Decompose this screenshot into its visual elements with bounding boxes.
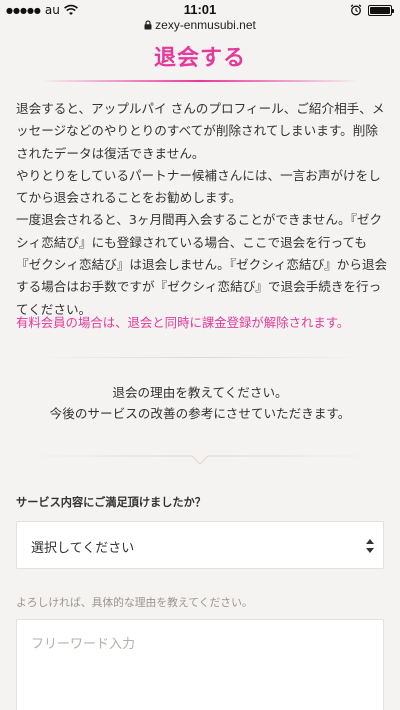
alarm-icon [350,4,362,16]
select-arrows-icon [366,539,374,553]
status-bar: ●●●●● au 11:01 [0,0,400,20]
section-divider [30,357,370,358]
reason-hint: よろしければ、具体的な理由を教えてください。 [16,596,253,609]
speech-bubble-divider [20,455,380,465]
url-text: zexy-enmusubi.net [155,18,256,32]
reason-textarea[interactable] [16,619,384,710]
reason-intro-line: 退会の理由を教えてください。 [112,385,288,400]
reason-intro: 退会の理由を教えてください。 今後のサービスの改善の参考にさせていただきます。 [0,382,400,424]
lock-icon [144,20,152,30]
description-paragraph: 一度退会されると、3ヶ月間再入会することができません。『ゼクシィ恋結び』にも登録… [16,212,388,317]
satisfaction-question: サービス内容にご満足頂けましたか？ [16,496,206,509]
satisfaction-select-value: 選択してください [31,541,135,556]
description-paragraph: やりとりをしているパートナー候補さんには、一言お声がけをしてから退会されることを… [16,167,381,206]
description-paragraph: 退会すると、アップルパイ さんのプロフィール、ご紹介相手、メッセージなどのやりと… [16,101,385,161]
title-underline [40,80,360,82]
paid-member-warning: 有料会員の場合は、退会と同時に課金登録が解除されます。 [16,315,350,330]
reason-intro-line: 今後のサービスの改善の参考にさせていただきます。 [49,406,351,421]
page-title: 退会する [153,46,246,71]
satisfaction-select[interactable]: 選択してください [16,521,384,569]
status-time: 11:01 [183,2,217,17]
battery-icon [368,4,394,16]
address-bar[interactable]: zexy-enmusubi.net [0,18,400,38]
status-bar-right [350,4,394,16]
withdrawal-description: 退会すると、アップルパイ さんのプロフィール、ご紹介相手、メッセージなどのやりと… [16,98,388,321]
